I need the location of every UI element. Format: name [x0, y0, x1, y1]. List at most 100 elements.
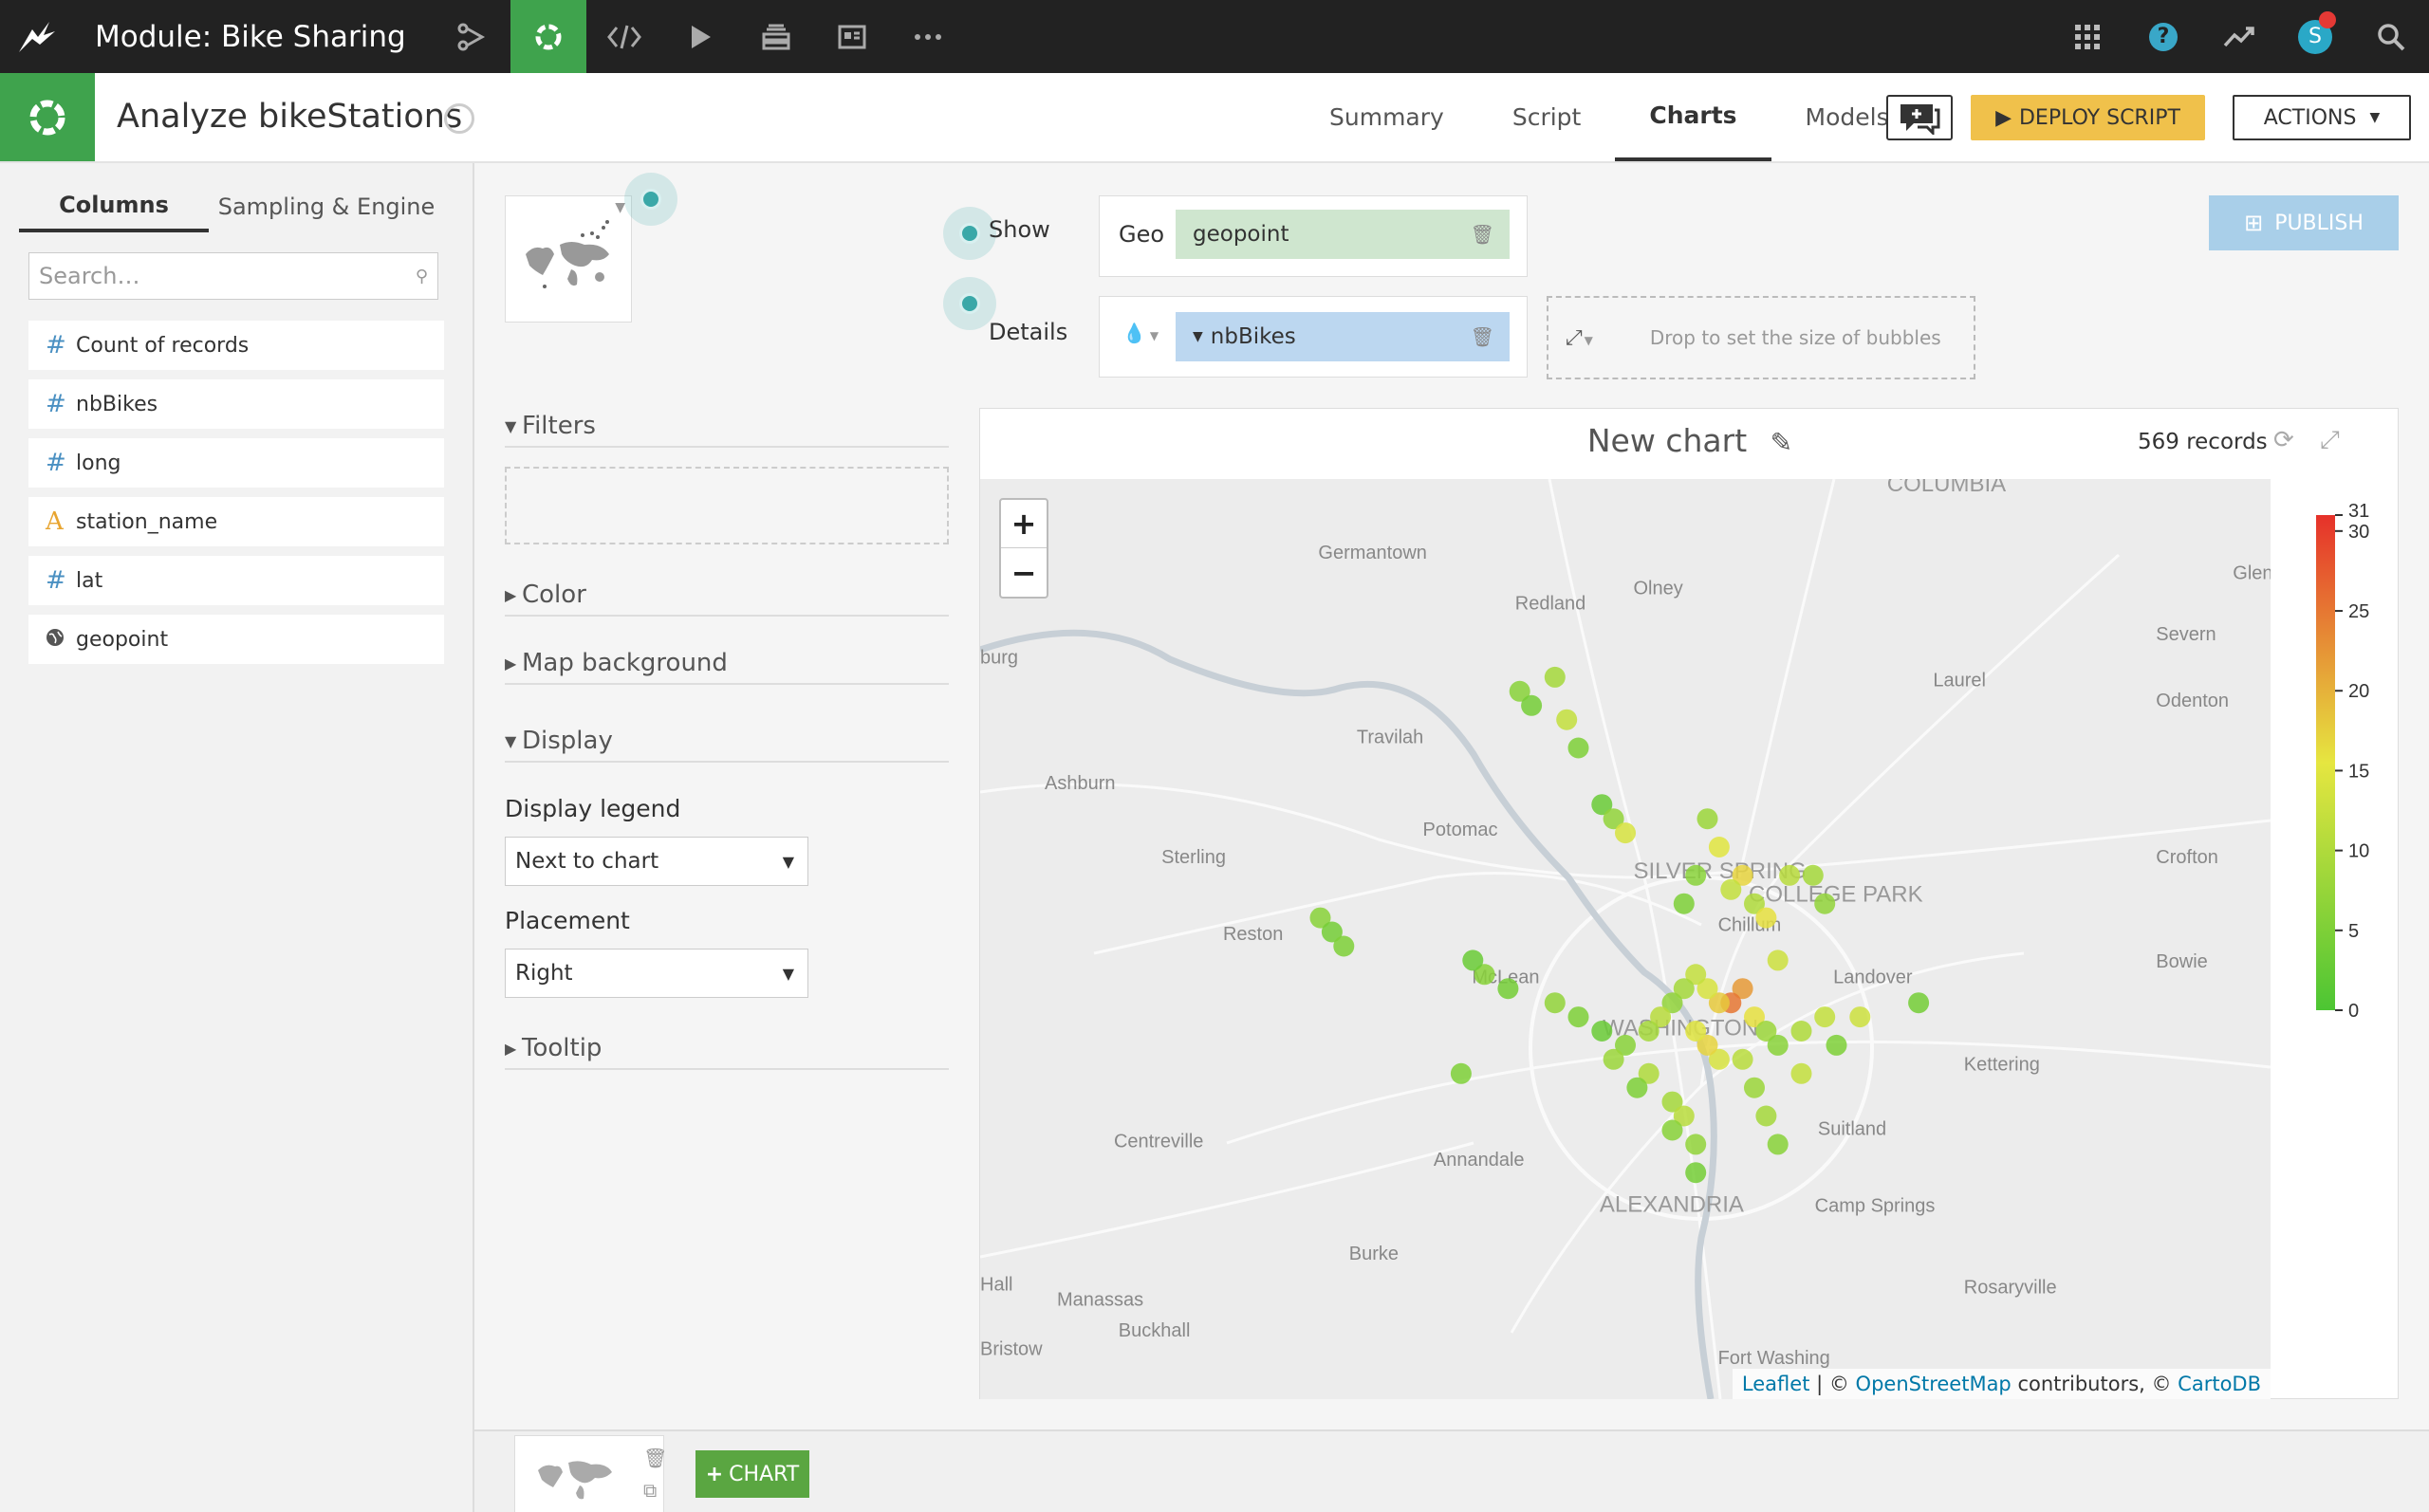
leaflet-link[interactable]: Leaflet	[1742, 1373, 1810, 1395]
station-point[interactable]	[1567, 737, 1589, 759]
size-drop-zone[interactable]: ⤢ ▼ Drop to set the size of bubbles	[1547, 296, 1975, 379]
chart-type-selector[interactable]: ▼	[505, 195, 632, 323]
discussions-button[interactable]	[1886, 95, 1953, 140]
station-point[interactable]	[1462, 950, 1484, 971]
publish-button[interactable]: ⊞ PUBLISH	[2209, 195, 2399, 250]
placement-select[interactable]: Right ▼	[505, 949, 808, 998]
chart-thumbnail[interactable]	[514, 1435, 664, 1512]
zoom-out-button[interactable]: −	[1001, 548, 1047, 597]
station-point[interactable]	[1826, 1034, 1847, 1056]
station-point[interactable]	[1544, 992, 1566, 1014]
station-point[interactable]	[1521, 694, 1543, 716]
station-point[interactable]	[1849, 1006, 1871, 1028]
geo-column-pill[interactable]: geopoint 🗑	[1176, 210, 1510, 259]
map-view[interactable]: Germantown Redland Olney Glen Severn Laurel Od…	[980, 479, 2271, 1399]
station-point[interactable]	[1450, 1062, 1472, 1084]
apps-grid-icon[interactable]	[2049, 0, 2125, 73]
station-point[interactable]	[1755, 1105, 1777, 1127]
station-point[interactable]	[1908, 992, 1930, 1014]
run-icon[interactable]	[662, 0, 738, 73]
station-point[interactable]	[1333, 935, 1355, 957]
page-title[interactable]: Analyze bikeStations	[117, 98, 462, 136]
color-drop-zone[interactable]: 💧 ▼ ▼ nbBikes 🗑	[1099, 296, 1528, 378]
station-point[interactable]	[1790, 1021, 1812, 1042]
map-canvas[interactable]: Germantown Redland Olney Glen Severn Laurel Od…	[980, 479, 2271, 1399]
jobs-icon[interactable]	[738, 0, 814, 73]
tab-columns[interactable]: Columns	[19, 180, 209, 232]
station-point[interactable]	[1685, 1134, 1707, 1155]
trash-icon[interactable]: 🗑	[1471, 223, 1494, 246]
station-point[interactable]	[1497, 978, 1519, 1000]
tab-script[interactable]: Script	[1478, 73, 1616, 161]
actions-button[interactable]: ACTIONS ▼	[2233, 95, 2411, 140]
module-title[interactable]: Module: Bike Sharing	[95, 20, 406, 54]
station-point[interactable]	[1685, 1162, 1707, 1184]
search-icon[interactable]	[2353, 0, 2429, 73]
color-section-header[interactable]: ▶ Color	[505, 581, 949, 617]
station-point[interactable]	[1720, 878, 1742, 900]
station-point[interactable]	[1767, 1134, 1789, 1155]
color-drop-icon[interactable]: 💧 ▼	[1122, 322, 1159, 344]
station-point[interactable]	[1814, 1006, 1836, 1028]
filters-drop-zone[interactable]	[505, 467, 949, 544]
station-point[interactable]	[1767, 950, 1789, 971]
fullscreen-icon[interactable]: ⤢	[2320, 426, 2340, 455]
column-item[interactable]: # lat	[28, 556, 444, 605]
column-item[interactable]: # nbBikes	[28, 379, 444, 429]
station-point[interactable]	[1814, 893, 1836, 914]
zoom-in-button[interactable]: +	[1001, 500, 1047, 548]
geo-drop-zone[interactable]: Geo geopoint 🗑	[1099, 195, 1528, 277]
column-search-input[interactable]: Search… ⚲	[28, 252, 438, 300]
analysis-icon[interactable]	[510, 0, 586, 73]
pencil-icon[interactable]: ✎	[1771, 427, 1792, 458]
tab-summary[interactable]: Summary	[1295, 73, 1478, 161]
station-point[interactable]	[1591, 1021, 1613, 1042]
station-point[interactable]	[1685, 1021, 1707, 1042]
help-icon[interactable]: ?	[2125, 0, 2201, 73]
station-point[interactable]	[1638, 1021, 1660, 1042]
station-point[interactable]	[1755, 907, 1777, 929]
station-point[interactable]	[1544, 666, 1566, 688]
filters-section-header[interactable]: ▼ Filters	[505, 412, 949, 448]
add-chart-button[interactable]: + CHART	[695, 1450, 809, 1498]
column-item[interactable]: # long	[28, 438, 444, 488]
refresh-icon[interactable]: ⟳	[2273, 426, 2294, 454]
more-icon[interactable]	[890, 0, 966, 73]
display-legend-select[interactable]: Next to chart ▼	[505, 837, 808, 886]
station-point[interactable]	[1673, 893, 1695, 914]
deploy-script-button[interactable]: ▶ DEPLOY SCRIPT	[1971, 95, 2205, 140]
column-item[interactable]: # Count of records	[28, 321, 444, 370]
tab-charts[interactable]: Charts	[1615, 73, 1771, 161]
station-point[interactable]	[1708, 837, 1730, 857]
flow-icon[interactable]	[435, 0, 510, 73]
column-item[interactable]: geopoint	[28, 615, 444, 664]
station-point[interactable]	[1697, 808, 1718, 830]
osm-link[interactable]: OpenStreetMap	[1856, 1373, 2012, 1395]
code-icon[interactable]	[586, 0, 662, 73]
tooltip-section-header[interactable]: ▶ Tooltip	[505, 1034, 949, 1070]
column-item[interactable]: A station_name	[28, 497, 444, 546]
station-point[interactable]	[1567, 1006, 1589, 1028]
station-point[interactable]	[1802, 864, 1824, 886]
trend-icon[interactable]	[2201, 0, 2277, 73]
station-point[interactable]	[1661, 1119, 1683, 1141]
user-avatar[interactable]: S	[2277, 0, 2353, 73]
station-point[interactable]	[1685, 864, 1707, 886]
station-point[interactable]	[1626, 1077, 1648, 1098]
app-logo[interactable]	[0, 0, 73, 73]
station-point[interactable]	[1556, 709, 1578, 730]
station-point[interactable]	[1732, 1048, 1753, 1070]
copy-icon[interactable]: ⧉	[643, 1479, 657, 1502]
color-column-pill[interactable]: ▼ nbBikes 🗑	[1176, 312, 1510, 361]
trash-icon[interactable]: 🗑	[1471, 325, 1494, 348]
station-point[interactable]	[1767, 1034, 1789, 1056]
status-icon[interactable]	[444, 103, 474, 134]
station-point[interactable]	[1790, 1062, 1812, 1084]
tour-hint-marker[interactable]	[624, 173, 677, 226]
dashboard-icon[interactable]	[814, 0, 890, 73]
display-section-header[interactable]: ▼ Display	[505, 727, 949, 763]
map-background-section-header[interactable]: ▶ Map background	[505, 649, 949, 685]
station-point[interactable]	[1603, 1048, 1624, 1070]
station-point[interactable]	[1744, 1077, 1765, 1098]
station-point[interactable]	[1779, 864, 1801, 886]
